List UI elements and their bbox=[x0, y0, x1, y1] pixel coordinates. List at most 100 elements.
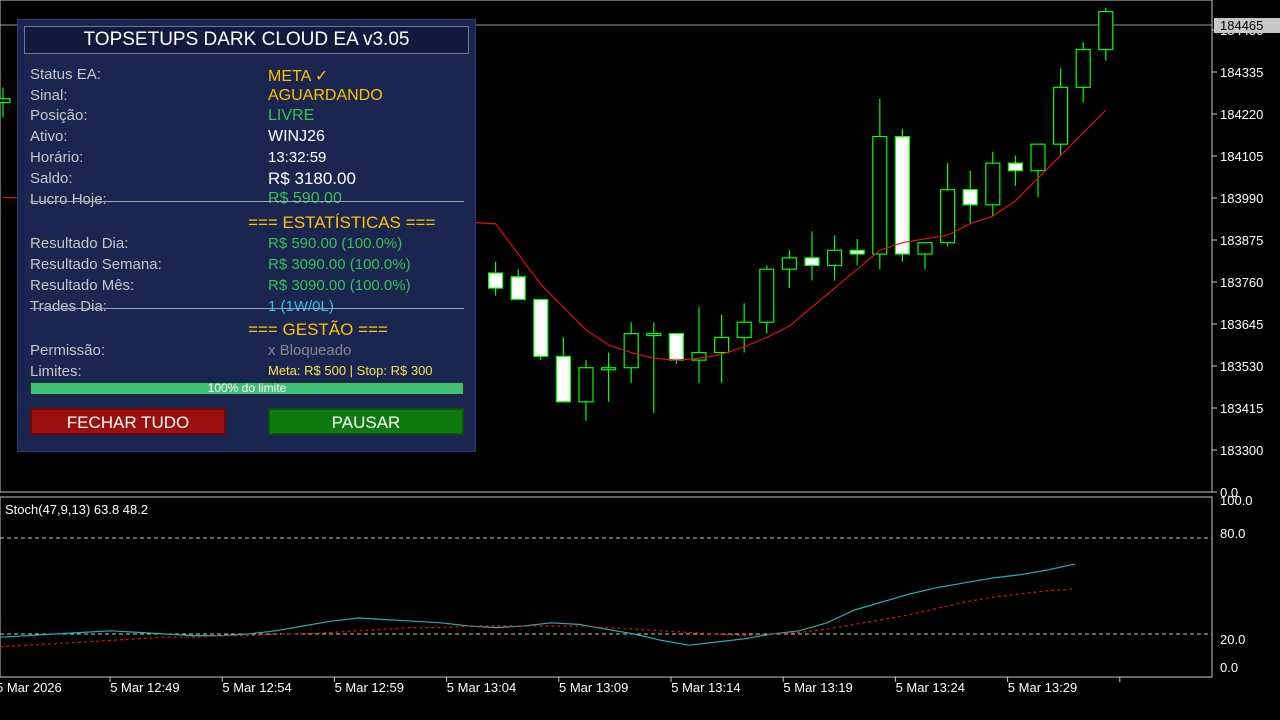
candle bbox=[826, 235, 843, 281]
candle-body bbox=[1007, 162, 1024, 172]
permission-value: x Bloqueado bbox=[268, 342, 352, 359]
candle-body bbox=[804, 257, 820, 267]
asset-label: Ativo: bbox=[30, 128, 68, 145]
candle bbox=[1075, 41, 1091, 103]
time-label: Horário: bbox=[30, 149, 84, 166]
candle bbox=[781, 250, 798, 289]
candle-body bbox=[555, 355, 572, 403]
candle bbox=[939, 163, 956, 247]
candle-body bbox=[759, 268, 775, 323]
time-tick-label: 5 Mar 13:19 bbox=[783, 680, 852, 695]
candle-body bbox=[600, 367, 617, 371]
candle bbox=[713, 314, 730, 383]
signal-value: AGUARDANDO bbox=[268, 87, 383, 104]
time-tick-label: 5 Mar 13:04 bbox=[447, 680, 516, 695]
stoch-tick-label: 0.0 bbox=[1220, 660, 1238, 675]
stat-month-value: R$ 3090.00 (100.0%) bbox=[268, 277, 411, 294]
price-tick-label: 183990 bbox=[1220, 191, 1263, 206]
stats-header: === ESTATÍSTICAS === bbox=[248, 213, 436, 232]
candle-body bbox=[872, 136, 888, 255]
candle bbox=[759, 265, 775, 334]
candle-body bbox=[781, 257, 798, 270]
stoch-tick-label: 80.0 bbox=[1220, 526, 1245, 541]
price-tick-label: 183760 bbox=[1220, 275, 1263, 290]
candle-body bbox=[578, 367, 594, 403]
candle bbox=[578, 360, 594, 421]
candle bbox=[646, 322, 662, 414]
price-tick-label: 184220 bbox=[1220, 107, 1263, 122]
candle bbox=[1030, 143, 1046, 198]
candle bbox=[488, 261, 504, 296]
candle-body bbox=[962, 189, 978, 206]
candle-body bbox=[646, 333, 662, 337]
stat-week-value: R$ 3090.00 (100.0%) bbox=[268, 256, 411, 273]
stat-day-label: Resultado Dia: bbox=[30, 235, 129, 252]
time-tick-label: 5 Mar 13:09 bbox=[559, 680, 628, 695]
candle-body bbox=[1075, 48, 1091, 88]
stat-month-label: Resultado Mês: bbox=[30, 277, 135, 294]
time-tick-label: 5 Mar 12:54 bbox=[222, 680, 291, 695]
candle bbox=[962, 170, 978, 224]
candle bbox=[1098, 7, 1114, 61]
signal-label: Sinal: bbox=[30, 87, 68, 104]
position-label: Posição: bbox=[30, 107, 88, 124]
profit-label: Lucro Hoje: bbox=[30, 191, 107, 208]
candle-body bbox=[668, 333, 685, 361]
candle bbox=[985, 151, 1001, 217]
current-price-text: 184465 bbox=[1220, 18, 1263, 33]
candle-body bbox=[0, 98, 11, 104]
candle-body bbox=[1098, 10, 1114, 51]
candle bbox=[917, 242, 933, 270]
limits-value: Meta: R$ 500 | Stop: R$ 300 bbox=[268, 363, 433, 378]
candle-body bbox=[1052, 86, 1069, 145]
candle-body bbox=[917, 242, 933, 255]
stat-week-label: Resultado Semana: bbox=[30, 256, 162, 273]
stoch-signal-line bbox=[0, 588, 1076, 648]
candle bbox=[849, 238, 865, 266]
candle bbox=[600, 352, 617, 402]
candle-body bbox=[533, 298, 549, 357]
price-tick-label: 183300 bbox=[1220, 443, 1263, 458]
candle bbox=[1052, 68, 1069, 156]
price-tick-label: 183645 bbox=[1220, 317, 1263, 332]
strike-divider-2 bbox=[30, 308, 464, 309]
stoch-tick-label: 20.0 bbox=[1220, 632, 1245, 647]
close-all-button[interactable]: FECHAR TUDO bbox=[30, 408, 226, 435]
candle-body bbox=[736, 321, 752, 338]
asset-value: WINJ26 bbox=[268, 128, 325, 145]
balance-label: Saldo: bbox=[30, 170, 73, 187]
candle bbox=[533, 298, 549, 361]
pause-button[interactable]: PAUSAR bbox=[268, 408, 464, 435]
strike-divider bbox=[30, 201, 464, 202]
candle bbox=[691, 307, 707, 383]
candle-body bbox=[1030, 143, 1046, 172]
limits-label: Limites: bbox=[30, 363, 82, 380]
candle bbox=[555, 337, 572, 403]
indicator-label: Stoch(47,9,13) 63.8 48.2 bbox=[5, 502, 148, 517]
stat-trades-label: Trades Dia: bbox=[30, 298, 107, 315]
candle-body bbox=[985, 162, 1001, 206]
candle bbox=[872, 98, 888, 270]
time-tick-label: 5 Mar 2026 bbox=[0, 680, 62, 695]
indicator-frame bbox=[0, 496, 1213, 678]
candle-body bbox=[510, 276, 526, 301]
time-tick-label: 5 Mar 13:14 bbox=[671, 680, 740, 695]
position-value: LIVRE bbox=[268, 107, 315, 124]
candle bbox=[510, 269, 526, 301]
status-label: Status EA: bbox=[30, 66, 101, 83]
candle bbox=[1007, 155, 1024, 186]
candle-body bbox=[849, 249, 865, 255]
progress-text: 100% do limite bbox=[207, 381, 287, 395]
permission-label: Permissão: bbox=[30, 342, 106, 359]
gestao-header: === GESTÃO === bbox=[248, 320, 388, 339]
price-tick-label: 183530 bbox=[1220, 359, 1263, 374]
candle-body bbox=[713, 336, 730, 354]
time-value: 13:32:59 bbox=[268, 149, 327, 166]
stat-day-value: R$ 590.00 (100.0%) bbox=[268, 235, 403, 252]
time-tick-label: 5 Mar 12:59 bbox=[335, 680, 404, 695]
time-tick-label: 5 Mar 12:49 bbox=[110, 680, 179, 695]
profit-value: R$ 590.00 bbox=[268, 190, 342, 207]
stoch-tick-label: 100.0 bbox=[1220, 493, 1253, 508]
status-value: META ✓ bbox=[268, 68, 329, 85]
price-tick-label: 184335 bbox=[1220, 65, 1263, 80]
